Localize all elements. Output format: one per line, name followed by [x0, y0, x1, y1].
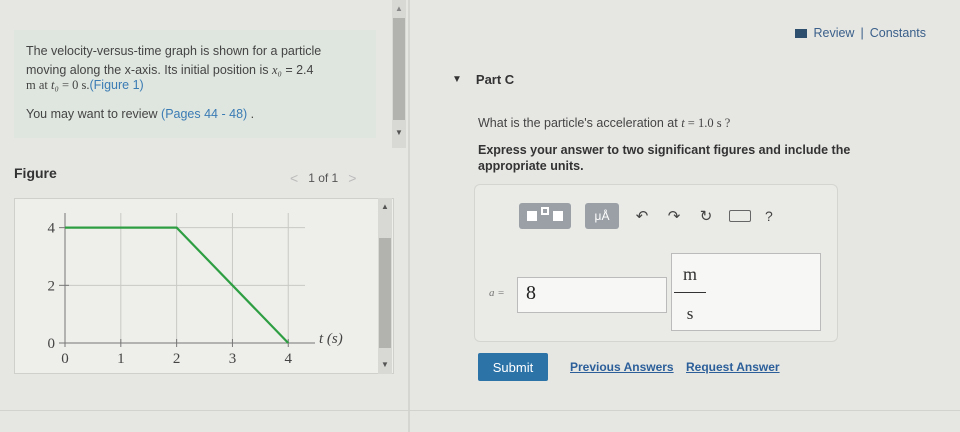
x-axis-label: t (s) — [319, 331, 343, 347]
figure-scrollbar[interactable]: ▲ ▼ — [378, 198, 392, 374]
answer-instruction: Express your answer to two significant f… — [478, 143, 851, 173]
figure-link[interactable]: (Figure 1) — [90, 78, 144, 92]
prev-figure-button[interactable]: < — [290, 170, 298, 186]
collapse-toggle-icon[interactable]: ▼ — [452, 74, 462, 85]
link-separator: | — [860, 26, 864, 40]
review-end: . — [247, 107, 255, 121]
submit-button[interactable]: Submit — [478, 353, 548, 381]
intro-text: moving along the x-axis. Its initial pos… — [26, 63, 272, 77]
part-c-header[interactable]: ▼ Part C — [452, 72, 514, 87]
intro-line-2: moving along the x-axis. Its initial pos… — [26, 63, 364, 78]
scroll-down-icon[interactable]: ▼ — [381, 360, 389, 369]
unit-numerator[interactable]: m — [678, 264, 702, 285]
unit-denominator[interactable]: s — [678, 304, 702, 324]
figure-panel: 0 1 2 3 4 0 2 4 t (s) — [14, 198, 394, 374]
intro-text: m at — [26, 78, 51, 92]
scroll-down-icon[interactable]: ▼ — [395, 128, 403, 137]
x-tick-label: 2 — [173, 351, 181, 367]
right-panel: Review | Constants ▼ Part C What is the … — [412, 0, 960, 432]
scroll-up-icon[interactable]: ▲ — [395, 4, 403, 13]
next-figure-button[interactable]: > — [348, 170, 356, 186]
book-icon — [795, 28, 808, 38]
undo-icon[interactable]: ↶ — [633, 207, 651, 225]
reset-icon[interactable]: ↻ — [697, 207, 715, 225]
unit-input[interactable]: m s — [671, 253, 821, 331]
answer-label: a = — [489, 287, 505, 299]
intro-text: = 2.4 — [281, 63, 314, 77]
answer-value-input[interactable]: 8 — [517, 277, 667, 313]
y-tick-label: 4 — [48, 221, 56, 237]
previous-answers-link[interactable]: Previous Answers — [570, 360, 674, 374]
left-panel: The velocity-versus-time graph is shown … — [0, 0, 410, 432]
scroll-up-icon[interactable]: ▲ — [381, 202, 389, 211]
request-answer-link[interactable]: Request Answer — [686, 360, 780, 374]
constants-link[interactable]: Constants — [870, 26, 926, 40]
math-t0: t₀ — [51, 78, 59, 92]
figure-title: Figure — [14, 165, 57, 181]
x-tick-label: 0 — [61, 351, 69, 367]
x-tick-label: 3 — [229, 351, 237, 367]
units-button[interactable]: μÅ — [585, 203, 619, 229]
intro-scrollbar[interactable]: ▲ ▼ — [392, 0, 406, 148]
review-note: You may want to review (Pages 44 - 48) . — [26, 107, 364, 122]
review-link[interactable]: Review — [813, 26, 854, 40]
pager-count: 1 of 1 — [308, 171, 339, 185]
bottom-divider — [0, 410, 960, 411]
velocity-time-chart: 0 1 2 3 4 0 2 4 t (s) — [48, 213, 343, 367]
redo-icon[interactable]: ↷ — [665, 207, 683, 225]
fraction-bar — [674, 292, 706, 293]
scroll-thumb[interactable] — [379, 238, 391, 348]
question-part: What is the particle's acceleration at — [478, 116, 682, 130]
math-toolbar: μÅ ↶ ↷ ↻ ? — [519, 203, 773, 229]
y-tick-label: 2 — [48, 278, 56, 294]
figure-pager: < 1 of 1 > — [290, 170, 356, 186]
scroll-thumb[interactable] — [393, 18, 405, 120]
review-text: You may want to review — [26, 107, 162, 121]
x-tick-label: 4 — [285, 351, 293, 367]
part-title: Part C — [475, 72, 515, 87]
y-tick-label: 0 — [48, 336, 56, 352]
keyboard-icon[interactable] — [729, 210, 751, 222]
help-icon[interactable]: ? — [765, 208, 773, 224]
unit-fraction: m s — [672, 254, 712, 332]
intro-line-3: m at t₀ = 0 s.(Figure 1) — [26, 78, 364, 93]
intro-line-1: The velocity-versus-time graph is shown … — [26, 44, 322, 58]
answer-editor: μÅ ↶ ↷ ↻ ? a = 8 m s — [474, 184, 838, 342]
templates-button[interactable] — [519, 203, 571, 229]
review-pages-link[interactable]: (Pages 44 - 48) — [161, 107, 247, 121]
question-part: = 1.0 s ? — [684, 116, 731, 130]
problem-intro: The velocity-versus-time graph is shown … — [14, 30, 376, 138]
intro-text: = 0 s. — [58, 78, 90, 92]
header-links: Review | Constants — [795, 26, 926, 40]
question-text: What is the particle's acceleration at t… — [478, 116, 730, 131]
x-tick-label: 1 — [117, 351, 125, 367]
math-x0: x₀ — [271, 63, 282, 77]
column-divider[interactable] — [408, 0, 410, 432]
